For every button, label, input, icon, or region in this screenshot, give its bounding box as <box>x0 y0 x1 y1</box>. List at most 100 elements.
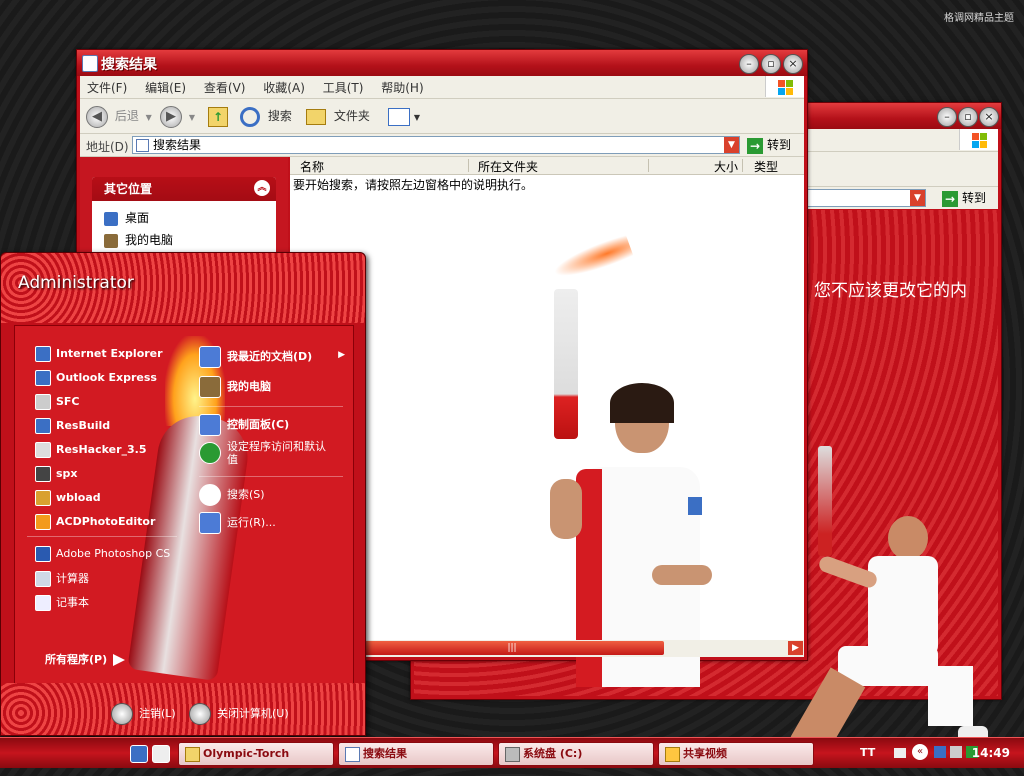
back-button[interactable]: ◀ 后退 ▼ <box>86 105 152 128</box>
run-item[interactable]: 运行(R)... <box>187 510 353 534</box>
start-menu-footer: 注销(L) 关闭计算机(U) <box>1 683 365 735</box>
column-separator[interactable] <box>468 159 469 172</box>
system-places: 我最近的文档(D) ▶ 我的电脑 控制面板(C) 设定程序访问和默认值 搜索(S… <box>187 326 353 683</box>
scroll-thumb[interactable]: ||| <box>360 641 664 655</box>
maximize-button[interactable]: ▫ <box>958 107 978 127</box>
start-button[interactable] <box>0 738 118 768</box>
tray-expand-chevron-icon[interactable]: « <box>912 744 928 760</box>
address-dropdown-button[interactable]: ▼ <box>724 137 739 153</box>
calculator-icon <box>35 571 51 587</box>
go-button[interactable]: → 转到 <box>747 136 791 154</box>
acd-icon <box>35 514 51 530</box>
search-label: 搜索 <box>267 109 292 123</box>
program-acdphotoeditor[interactable]: ACDPhotoEditor <box>35 514 155 530</box>
clock[interactable]: 14:49 <box>972 746 1010 760</box>
go-arrow-icon: → <box>747 137 763 154</box>
task-shared-video[interactable]: 共享视频 <box>658 742 814 766</box>
other-places-header[interactable]: 其它位置 ︽ <box>92 177 276 201</box>
folder-icon <box>306 108 326 125</box>
start-menu-header: Administrator <box>1 253 365 323</box>
all-programs-button[interactable]: 所有程序(P) <box>45 651 126 667</box>
search-item[interactable]: 搜索(S) <box>187 482 353 506</box>
menu-help[interactable]: 帮助(H) <box>374 76 430 96</box>
wbload-icon <box>35 490 51 506</box>
ie-icon <box>35 346 51 362</box>
maximize-button[interactable]: ▫ <box>761 54 781 74</box>
minimize-button[interactable]: – <box>937 107 957 127</box>
task-search-results[interactable]: 搜索结果 <box>338 742 494 766</box>
back-arrow-icon: ◀ <box>86 105 108 128</box>
column-size[interactable]: 大小 <box>714 158 738 175</box>
volume-icon[interactable] <box>950 746 962 758</box>
forward-dropdown-icon[interactable]: ▼ <box>189 113 195 122</box>
back-dropdown-icon[interactable]: ▼ <box>146 113 152 122</box>
resbuild-icon <box>35 418 51 434</box>
ie-quicklaunch-icon[interactable] <box>130 745 148 763</box>
collapse-chevron-icon[interactable]: ︽ <box>254 180 270 196</box>
my-computer-item[interactable]: 我的电脑 <box>187 374 353 398</box>
menu-tools[interactable]: 工具(T) <box>316 76 371 96</box>
search-window-titlebar[interactable]: 搜索结果 – ▫ × <box>77 50 807 76</box>
minimize-button[interactable]: – <box>739 54 759 74</box>
panel-item-desktop[interactable]: 桌面 <box>92 201 276 226</box>
menu-edit[interactable]: 编辑(E) <box>138 76 193 96</box>
separator <box>199 406 343 407</box>
up-folder-button[interactable]: ↑ <box>208 105 228 127</box>
search-hint-text: 要开始搜索，请按照左边窗格中的说明执行。 <box>293 178 534 192</box>
program-calculator[interactable]: 计算器 <box>35 570 89 587</box>
background-go-button[interactable]: → 转到 <box>942 189 986 207</box>
program-reshacker[interactable]: ResHacker_3.5 <box>35 442 147 458</box>
drive-icon <box>505 747 520 762</box>
address-dropdown-button[interactable]: ▼ <box>910 190 925 206</box>
keyboard-icon[interactable] <box>894 748 906 758</box>
my-computer-icon <box>199 376 221 398</box>
program-resbuild[interactable]: ResBuild <box>35 418 110 434</box>
recent-documents-item[interactable]: 我最近的文档(D) ▶ <box>187 344 353 368</box>
language-indicator[interactable]: TT <box>860 746 875 759</box>
views-button[interactable]: ▼ <box>388 105 420 127</box>
logoff-button[interactable]: 注销(L) <box>111 703 176 725</box>
program-internet-explorer[interactable]: Internet Explorer <box>35 346 163 362</box>
close-button[interactable]: × <box>783 54 803 74</box>
go-label: 转到 <box>767 138 792 152</box>
horizontal-scrollbar[interactable]: ||| ▶ <box>360 640 804 657</box>
menu-favorites[interactable]: 收藏(A) <box>256 76 312 96</box>
power-icon <box>189 703 211 725</box>
task-olympic-torch[interactable]: Olympic-Torch <box>178 742 334 766</box>
system-tray: TT « 14:49 <box>854 738 1024 768</box>
control-panel-item[interactable]: 控制面板(C) <box>187 412 353 436</box>
kneeling-torchbearer-image <box>790 446 998 776</box>
address-input[interactable]: 搜索结果 ▼ <box>132 136 740 154</box>
network-icon[interactable] <box>934 746 946 758</box>
show-desktop-icon[interactable] <box>152 745 170 763</box>
column-separator[interactable] <box>742 159 743 172</box>
recent-docs-icon <box>199 346 221 368</box>
shutdown-button[interactable]: 关闭计算机(U) <box>189 703 289 725</box>
close-button[interactable]: × <box>979 107 999 127</box>
menu-view[interactable]: 查看(V) <box>197 76 253 96</box>
views-icon <box>388 107 410 126</box>
menu-file[interactable]: 文件(F) <box>80 76 134 96</box>
address-label: 地址(D) <box>86 140 129 154</box>
program-wbload[interactable]: wbload <box>35 490 101 506</box>
column-name[interactable]: 名称 <box>300 158 324 175</box>
key-icon <box>111 703 133 725</box>
video-icon <box>665 747 680 762</box>
column-type[interactable]: 类型 <box>754 158 778 175</box>
program-outlook-express[interactable]: Outlook Express <box>35 370 157 386</box>
window-title: 搜索结果 <box>101 57 157 73</box>
folders-button[interactable]: 文件夹 <box>306 105 370 127</box>
program-spx[interactable]: spx <box>35 466 78 482</box>
task-system-drive[interactable]: 系统盘 (C:) <box>498 742 654 766</box>
program-photoshop[interactable]: Adobe Photoshop CS <box>35 546 170 562</box>
program-access-item[interactable]: 设定程序访问和默认值 <box>187 438 353 470</box>
column-separator[interactable] <box>648 159 649 172</box>
forward-button[interactable]: ▶ ▼ <box>160 105 195 128</box>
search-button[interactable]: 搜索 <box>240 105 292 127</box>
program-notepad[interactable]: 记事本 <box>35 594 89 611</box>
desktop-icon <box>104 211 118 226</box>
panel-item-my-computer[interactable]: 我的电脑 <box>92 226 276 248</box>
column-folder[interactable]: 所在文件夹 <box>478 158 538 175</box>
scroll-right-button[interactable]: ▶ <box>788 641 803 655</box>
program-sfc[interactable]: SFC <box>35 394 80 410</box>
